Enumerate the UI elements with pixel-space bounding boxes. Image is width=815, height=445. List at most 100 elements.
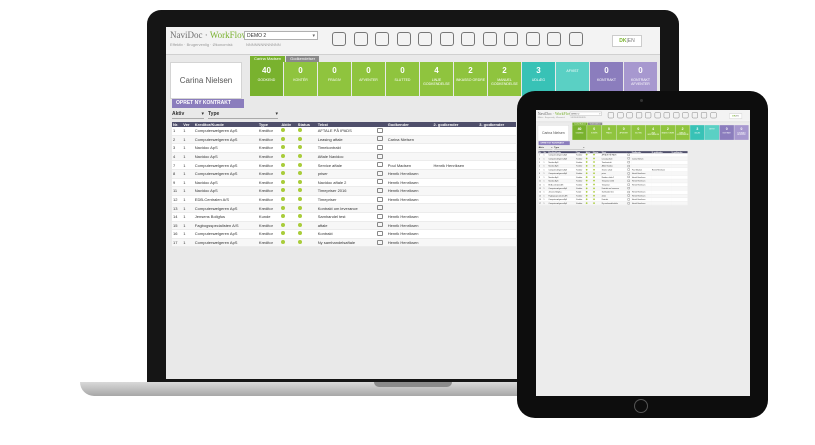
comment-icon[interactable] [376, 222, 383, 228]
lang-en[interactable]: EN [736, 115, 739, 118]
status-tile[interactable]: 4 LINJE GODKENDELSE [420, 62, 453, 96]
type-filter[interactable]: Type ▾ [554, 146, 585, 150]
document-search-icon[interactable] [617, 112, 624, 119]
status-tile[interactable]: 0 FRAGIV [318, 62, 351, 96]
table-row[interactable]: 17 1 Computersælgeren ApS Kreditor Ny samhan… [538, 201, 688, 206]
comment-icon[interactable] [376, 162, 383, 168]
table-row[interactable]: 2 1 Computersælgeren ApS Kreditor Leasing af… [172, 135, 516, 145]
binders-icon[interactable] [654, 112, 661, 119]
comment-icon[interactable] [376, 144, 383, 150]
status-tile[interactable]: 0 KONTRAKT AFVENTER [734, 125, 749, 140]
table-row[interactable]: 7 1 Computersælgeren ApS Kreditor Service af… [172, 160, 516, 170]
comment-icon[interactable] [376, 230, 383, 236]
search-icon[interactable] [332, 32, 346, 46]
comment-icon[interactable] [627, 153, 630, 156]
comment-icon[interactable] [627, 168, 630, 171]
comment-icon[interactable] [627, 190, 630, 194]
lang-en[interactable]: EN [628, 38, 635, 44]
lang-da[interactable]: DK [619, 38, 626, 44]
chart-icon[interactable] [635, 112, 642, 119]
table-row[interactable]: 4 1 Navidoc ApS Kreditor Aftale Navidoc [172, 152, 516, 162]
company-select[interactable]: DEMO 2 ▾ [244, 31, 318, 40]
bank-icon[interactable] [418, 32, 432, 46]
company-select[interactable]: DEMO 2 ▾ [569, 111, 602, 116]
comment-icon[interactable] [627, 164, 630, 167]
status-tile[interactable]: 40 GODKEND [250, 62, 283, 96]
table-row[interactable]: 14 1 Jensens Boligfus Kunde Samhandel test He… [172, 212, 516, 222]
comment-icon[interactable] [376, 179, 383, 185]
bank-icon[interactable] [645, 112, 652, 119]
comment-icon[interactable] [376, 196, 383, 202]
new-contract-button[interactable]: OPRET NY KONTRAKT [172, 99, 244, 108]
comment-icon[interactable] [376, 136, 383, 142]
refresh-icon[interactable] [663, 112, 670, 119]
list-search-icon[interactable] [626, 112, 633, 119]
comment-icon[interactable] [627, 202, 630, 205]
status-tile[interactable]: 0 AFVENTER [616, 125, 631, 140]
gear-icon[interactable] [691, 112, 698, 119]
bus-icon[interactable] [482, 32, 497, 46]
status-tile[interactable]: 0 SLUTTED [386, 62, 419, 96]
comment-icon[interactable] [627, 194, 630, 197]
chart-icon[interactable] [396, 32, 411, 46]
table-row[interactable]: 1 1 Computersælgeren ApS Kreditor AFTALE PÅ … [172, 127, 516, 136]
status-tile[interactable]: 2 INKASSO ORDRE [454, 62, 487, 96]
refresh-icon[interactable] [461, 32, 475, 46]
table-row[interactable]: 16 1 Computersælgeren ApS Kreditor Kontrakt H… [172, 229, 516, 239]
comment-icon[interactable] [627, 161, 630, 164]
new-contract-button[interactable]: OPRET NY KONTRAKT [538, 141, 570, 146]
language-switch[interactable]: DK|EN [729, 113, 743, 119]
key-icon[interactable] [682, 112, 689, 119]
search-icon[interactable] [607, 112, 614, 119]
status-filter[interactable]: Aktiv ▾ [538, 146, 553, 150]
status-tile[interactable]: 3 UDLÆG [690, 125, 705, 140]
table-row[interactable]: 12 1 EDB-Centralen A/S Kreditor Timepriser He… [172, 195, 516, 205]
document-search-icon[interactable] [353, 32, 368, 46]
table-row[interactable]: 11 1 Navidoc ApS Kreditor Timepriser 2016 Hen… [172, 186, 516, 196]
table-row[interactable]: 13 1 Computersælgeren ApS Kreditor Kontrakt … [172, 203, 516, 213]
table-row[interactable]: 9 1 Navidoc ApS Kreditor Navidoc aftale 2 Hen… [172, 178, 516, 188]
status-tile[interactable]: 0 KONTÉR [587, 125, 602, 140]
key-icon[interactable] [504, 32, 518, 46]
bus-icon[interactable] [673, 112, 680, 119]
comment-icon[interactable] [627, 175, 630, 179]
chat-icon[interactable] [700, 112, 708, 119]
language-switch[interactable]: DK|EN [612, 35, 642, 47]
exit-icon[interactable] [710, 112, 717, 119]
comment-icon[interactable] [627, 157, 630, 160]
status-tile[interactable]: 0 KONTRAKT [719, 125, 734, 140]
home-button[interactable] [634, 399, 648, 413]
comment-icon[interactable] [376, 239, 383, 245]
comment-icon[interactable] [376, 170, 383, 176]
comment-icon[interactable] [376, 153, 383, 159]
comment-icon[interactable] [627, 187, 630, 190]
status-tile[interactable]: 4 LINJE GODKENDELSE [645, 125, 661, 140]
status-filter[interactable]: Aktiv ▾ [172, 111, 204, 119]
comment-icon[interactable] [627, 183, 630, 186]
status-tile[interactable]: 0 SLUTTED [631, 125, 646, 140]
gear-icon[interactable] [525, 32, 540, 46]
status-tile[interactable]: 0 AFVENTER [352, 62, 385, 96]
chat-icon[interactable] [547, 32, 561, 46]
comment-icon[interactable] [627, 198, 630, 201]
table-row[interactable]: 3 1 Navidoc ApS Kreditor Timekontrakt [172, 143, 516, 153]
table-row[interactable]: 8 1 Computersælgeren ApS Kreditor priser Henr… [172, 169, 516, 179]
status-tile[interactable]: 2 MANUEL GODKENDELSE [488, 62, 521, 96]
comment-icon[interactable] [376, 213, 383, 219]
status-tile[interactable]: AFVIST [704, 125, 720, 140]
binders-icon[interactable] [439, 32, 454, 46]
comment-icon[interactable] [376, 187, 383, 193]
status-tile[interactable]: 0 FRAGIV [601, 125, 617, 140]
exit-icon[interactable] [568, 32, 583, 46]
status-tile[interactable]: 2 MANUEL GODKENDELSE [675, 125, 690, 140]
comment-icon[interactable] [627, 179, 630, 182]
status-tile[interactable]: 0 KONTÉR [284, 62, 317, 96]
comment-icon[interactable] [627, 172, 630, 175]
status-tile[interactable]: 2 INKASSO ORDRE [660, 125, 675, 140]
comment-icon[interactable] [376, 127, 383, 133]
lang-da[interactable]: DK [732, 115, 735, 118]
table-row[interactable]: 15 1 Fagbogsspecialisten A/S Kreditor aftale… [172, 221, 516, 231]
comment-icon[interactable] [376, 205, 383, 211]
table-row[interactable]: 17 1 Computersælgeren ApS Kreditor Ny samhan… [172, 238, 516, 248]
list-search-icon[interactable] [375, 32, 389, 46]
